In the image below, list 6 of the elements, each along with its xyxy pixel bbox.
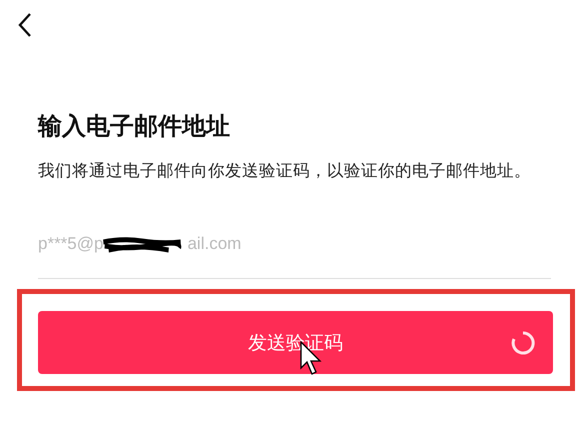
email-text: p***5@p bbox=[38, 234, 104, 254]
email-text: ail.com bbox=[187, 234, 242, 254]
email-field[interactable]: p***5@p ail.com bbox=[38, 234, 551, 279]
chevron-left-icon bbox=[18, 12, 32, 38]
page-title: 输入电子邮件地址 bbox=[38, 111, 231, 142]
description-text: 我们将通过电子邮件向你发送验证码，以验证你的电子邮件地址。 bbox=[38, 160, 532, 182]
